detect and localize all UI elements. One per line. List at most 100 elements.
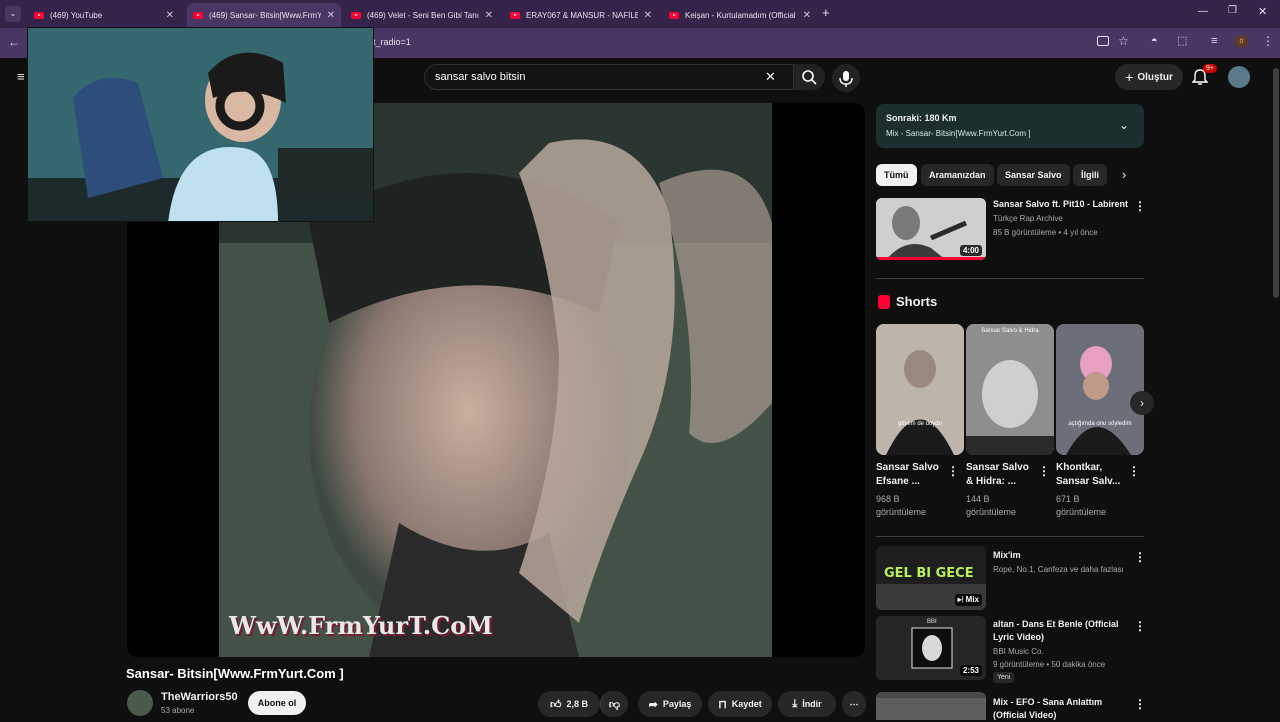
- recommended-channel[interactable]: Türkçe Rap Archive: [993, 212, 1063, 225]
- more-options-icon[interactable]: ⋮: [1038, 464, 1050, 478]
- close-tab-icon[interactable]: ✕: [644, 10, 652, 21]
- channel-name[interactable]: TheWarriors50: [161, 691, 238, 703]
- short-thumbnail-image: [876, 324, 964, 455]
- recommended-thumbnail[interactable]: [876, 692, 986, 720]
- more-options-icon[interactable]: ⋮: [947, 464, 959, 478]
- shorts-section-header: Shorts: [878, 294, 937, 309]
- download-icon: ⤓: [792, 697, 798, 710]
- media-control-icon[interactable]: ≡: [1211, 35, 1217, 47]
- youtube-favicon-icon: [510, 11, 520, 19]
- clear-search-icon[interactable]: ✕: [765, 69, 776, 85]
- video-watermark: WwW.FrmYurT.CoM: [229, 611, 493, 640]
- recommended-title[interactable]: Mix - EFO - Sana Anlattım (Official Video…: [993, 696, 1102, 722]
- url-field[interactable]: rt_radio=1: [370, 37, 411, 47]
- bookmark-star-icon[interactable]: ☆: [1118, 34, 1129, 48]
- more-options-icon[interactable]: ⋮: [1134, 199, 1146, 213]
- more-horizontal-icon: ⋯: [849, 698, 859, 709]
- expand-chevron-icon[interactable]: ⌄: [1119, 118, 1129, 132]
- browser-tab[interactable]: (469) YouTube ✕: [28, 4, 180, 26]
- close-window-icon[interactable]: ✕: [1258, 5, 1267, 18]
- recommended-title[interactable]: altan - Dans Et Benle (Official Lyric Vid…: [993, 618, 1119, 644]
- short-views: 968 Bgörüntüleme: [876, 494, 927, 517]
- recommended-thumbnail[interactable]: 4:00: [876, 198, 986, 260]
- more-actions-button[interactable]: ⋯: [842, 691, 866, 717]
- plus-icon: +: [1125, 69, 1134, 85]
- recommended-title[interactable]: Sansar Salvo ft. Pit10 - Labirent: [993, 198, 1128, 211]
- scrollbar-thumb[interactable]: [1273, 68, 1279, 298]
- close-tab-icon[interactable]: ✕: [485, 10, 493, 21]
- watch-progress-bar: [876, 257, 986, 260]
- short-views: 144 Bgörüntüleme: [966, 494, 1017, 517]
- close-tab-icon[interactable]: ✕: [803, 10, 811, 21]
- extensions-icon[interactable]: ⬚: [1177, 34, 1187, 47]
- mix-subtitle: Rope, No.1, Canfeza ve daha fazlası: [993, 565, 1124, 574]
- new-badge: Yeni: [993, 672, 1015, 683]
- more-options-icon[interactable]: ⋮: [1134, 697, 1146, 711]
- subscribe-button[interactable]: Abone ol: [248, 691, 306, 715]
- video-title: Sansar- Bitsin[Www.FrmYurt.Com ]: [126, 666, 344, 681]
- short-thumbnail-image: [1056, 324, 1144, 455]
- create-button[interactable]: + Oluştur: [1115, 64, 1183, 90]
- webcam-image: [28, 28, 373, 223]
- youtube-favicon-icon: [193, 12, 203, 19]
- maximize-icon[interactable]: ❐: [1228, 5, 1237, 16]
- short-views: 671 Bgörüntüleme: [1056, 494, 1107, 517]
- share-button[interactable]: ➦ Paylaş: [638, 691, 702, 717]
- minimize-icon[interactable]: —: [1198, 6, 1208, 17]
- save-button[interactable]: ⊓ Kaydet: [708, 691, 772, 717]
- browser-tab-bar: ⌄ (469) YouTube ✕ (469) Sansar- Bitsin[W…: [0, 0, 1280, 28]
- short-card[interactable]: açtığımda onu söyledim: [1056, 324, 1144, 455]
- chip-sansar-salvo[interactable]: Sansar Salvo: [997, 164, 1070, 186]
- search-input[interactable]: sansar salvo bitsin ✕: [424, 64, 825, 90]
- close-tab-icon[interactable]: ✕: [327, 10, 335, 21]
- search-button[interactable]: [793, 64, 825, 90]
- shorts-next-arrow-icon[interactable]: ›: [1130, 391, 1154, 415]
- like-button[interactable]: 👍︎ 2,8 B: [538, 691, 600, 717]
- profile-icon[interactable]: ö: [1235, 35, 1248, 48]
- chip-all[interactable]: Tümü: [876, 164, 917, 186]
- recommended-channel[interactable]: BBI Music Co.: [993, 645, 1044, 658]
- video-duration: 2:53: [959, 665, 982, 676]
- chip-from-search[interactable]: Aramanızdan: [921, 164, 994, 186]
- recommended-thumbnail[interactable]: BBI 2:53: [876, 616, 986, 680]
- mix-title[interactable]: Mix'im: [993, 549, 1021, 562]
- more-options-icon[interactable]: ⋮: [1134, 550, 1146, 564]
- browser-tab[interactable]: Keişan - Kurtulamadım (Official ✕: [663, 4, 817, 26]
- install-app-icon[interactable]: [1097, 36, 1109, 46]
- browser-tab[interactable]: ERAY067 & MANSUR - NAFİLE ✕: [504, 4, 658, 26]
- back-icon[interactable]: ←: [8, 35, 20, 49]
- chips-next-chevron-icon[interactable]: ›: [1122, 167, 1126, 182]
- mix-thumbnail-text: GEL BI GECE: [884, 566, 974, 581]
- voice-search-button[interactable]: [832, 64, 860, 92]
- tab-search-chevron-icon[interactable]: ⌄: [5, 6, 21, 22]
- user-avatar[interactable]: [1228, 66, 1250, 88]
- mix-playlist-panel[interactable]: Sonraki: 180 Km Mix - Sansar- Bitsin[Www…: [876, 104, 1144, 148]
- short-card[interactable]: Sansar Salvo & Hidra: [966, 324, 1054, 455]
- notification-count-badge: 9+: [1203, 64, 1217, 73]
- recommended-meta: 85 B görüntüleme • 4 yıl önce: [993, 228, 1098, 237]
- short-title[interactable]: Sansar Salvo Efsane ...: [876, 461, 939, 489]
- incognito-icon[interactable]: ◓: [1151, 35, 1158, 47]
- mix-thumbnail[interactable]: GEL BI GECE ▸⦙ Mix: [876, 546, 986, 610]
- short-title[interactable]: Khontkar, Sansar Salv...: [1056, 461, 1120, 489]
- hamburger-menu-icon[interactable]: ≡: [17, 69, 25, 84]
- video-duration: 4:00: [959, 245, 982, 256]
- more-options-icon[interactable]: ⋮: [1128, 464, 1140, 478]
- close-tab-icon[interactable]: ✕: [166, 10, 174, 21]
- mix-playlist-subtitle: Mix - Sansar- Bitsin[Www.FrmYurt.Com ]: [886, 129, 1031, 138]
- browser-menu-icon[interactable]: ⋮: [1262, 34, 1274, 48]
- download-button[interactable]: ⤓ İndir: [778, 691, 836, 717]
- chip-related[interactable]: İlgili: [1073, 164, 1107, 186]
- thumbnail-label: BBI: [927, 619, 937, 625]
- dislike-button[interactable]: 👎︎: [600, 691, 628, 717]
- browser-tab-active[interactable]: (469) Sansar- Bitsin[Www.FrmYurt.Com ] ✕: [187, 3, 341, 28]
- subscriber-count: 53 abone: [161, 706, 195, 715]
- short-card[interactable]: gitsem de doydu: [876, 324, 964, 455]
- short-title[interactable]: Sansar Salvo & Hidra: ...: [966, 461, 1029, 489]
- mix-play-icon: ▸⦙: [957, 595, 966, 604]
- more-options-icon[interactable]: ⋮: [1134, 619, 1146, 633]
- channel-avatar[interactable]: [127, 690, 153, 716]
- new-tab-button[interactable]: +: [822, 5, 830, 20]
- browser-tab[interactable]: (469) Velet - Seni Ben Gibi Tanımadılar …: [345, 4, 499, 26]
- next-up-title: Sonraki: 180 Km: [886, 113, 957, 123]
